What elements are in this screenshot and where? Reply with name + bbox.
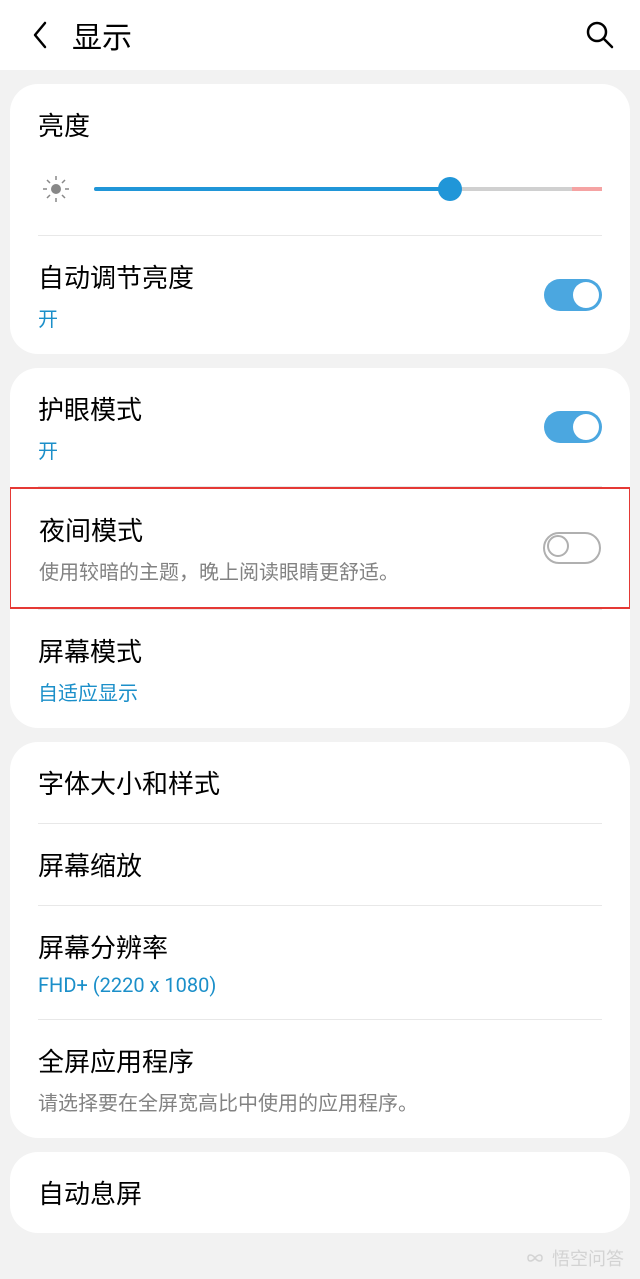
auto-brightness-title: 自动调节亮度 [38,258,544,295]
row-content: 自动调节亮度 开 [38,258,544,332]
slider-thumb[interactable] [438,177,462,201]
row-content: 护眼模式 开 [38,390,544,464]
fullscreen-apps-row[interactable]: 全屏应用程序 请选择要在全屏宽高比中使用的应用程序。 [10,1020,630,1138]
font-row[interactable]: 字体大小和样式 [10,742,630,823]
search-icon [585,20,615,50]
brightness-label: 亮度 [38,106,602,143]
infinity-icon [524,1249,546,1267]
resolution-value: FHD+ (2220 x 1080) [38,973,602,997]
chevron-left-icon [31,20,49,50]
search-button[interactable] [580,15,620,55]
night-mode-highlight: 夜间模式 使用较暗的主题，晚上阅读眼睛更舒适。 [10,487,630,609]
row-content: 字体大小和样式 [38,764,602,801]
brightness-control [38,171,602,207]
auto-brightness-status: 开 [38,303,544,332]
brightness-section: 亮度 [10,84,630,354]
zoom-row[interactable]: 屏幕缩放 [10,824,630,905]
slider-fill [94,187,450,191]
watermark-text: 悟空问答 [552,1245,624,1271]
auto-sleep-title: 自动息屏 [38,1174,602,1211]
night-mode-title: 夜间模式 [39,511,543,548]
watermark: 悟空问答 [524,1245,624,1271]
fullscreen-apps-title: 全屏应用程序 [38,1042,602,1079]
eye-comfort-toggle[interactable] [544,411,602,443]
zoom-title: 屏幕缩放 [38,846,602,883]
font-title: 字体大小和样式 [38,764,602,801]
resolution-title: 屏幕分辨率 [38,928,602,965]
back-button[interactable] [20,15,60,55]
brightness-slider[interactable] [94,179,602,199]
row-content: 屏幕缩放 [38,846,602,883]
eye-comfort-row[interactable]: 护眼模式 开 [10,368,630,486]
row-content: 自动息屏 [38,1174,602,1211]
auto-sleep-row[interactable]: 自动息屏 [10,1152,630,1233]
row-content: 屏幕分辨率 FHD+ (2220 x 1080) [38,928,602,997]
sleep-section: 自动息屏 [10,1152,630,1233]
auto-brightness-toggle[interactable] [544,279,602,311]
toggle-knob [573,282,599,308]
page-title: 显示 [72,13,580,57]
row-content: 夜间模式 使用较暗的主题，晚上阅读眼睛更舒适。 [39,511,543,585]
eye-comfort-title: 护眼模式 [38,390,544,427]
night-mode-row[interactable]: 夜间模式 使用较暗的主题，晚上阅读眼睛更舒适。 [11,489,629,607]
brightness-low-icon [38,171,74,207]
row-content: 屏幕模式 自适应显示 [38,632,602,706]
auto-brightness-row[interactable]: 自动调节亮度 开 [10,236,630,354]
screen-mode-row[interactable]: 屏幕模式 自适应显示 [10,610,630,728]
resolution-row[interactable]: 屏幕分辨率 FHD+ (2220 x 1080) [10,906,630,1019]
fullscreen-apps-desc: 请选择要在全屏宽高比中使用的应用程序。 [38,1087,602,1116]
night-mode-desc: 使用较暗的主题，晚上阅读眼睛更舒适。 [39,556,543,585]
header-bar: 显示 [0,0,640,70]
toggle-knob [573,414,599,440]
eye-comfort-status: 开 [38,435,544,464]
night-mode-toggle[interactable] [543,532,601,564]
row-content: 全屏应用程序 请选择要在全屏宽高比中使用的应用程序。 [38,1042,602,1116]
toggle-knob [547,535,569,557]
display-settings-section: 字体大小和样式 屏幕缩放 屏幕分辨率 FHD+ (2220 x 1080) 全屏… [10,742,630,1138]
screen-mode-title: 屏幕模式 [38,632,602,669]
display-modes-section: 护眼模式 开 夜间模式 使用较暗的主题，晚上阅读眼睛更舒适。 屏幕模式 自适应显… [10,368,630,728]
screen-mode-value: 自适应显示 [38,677,602,706]
brightness-row: 亮度 [10,84,630,235]
